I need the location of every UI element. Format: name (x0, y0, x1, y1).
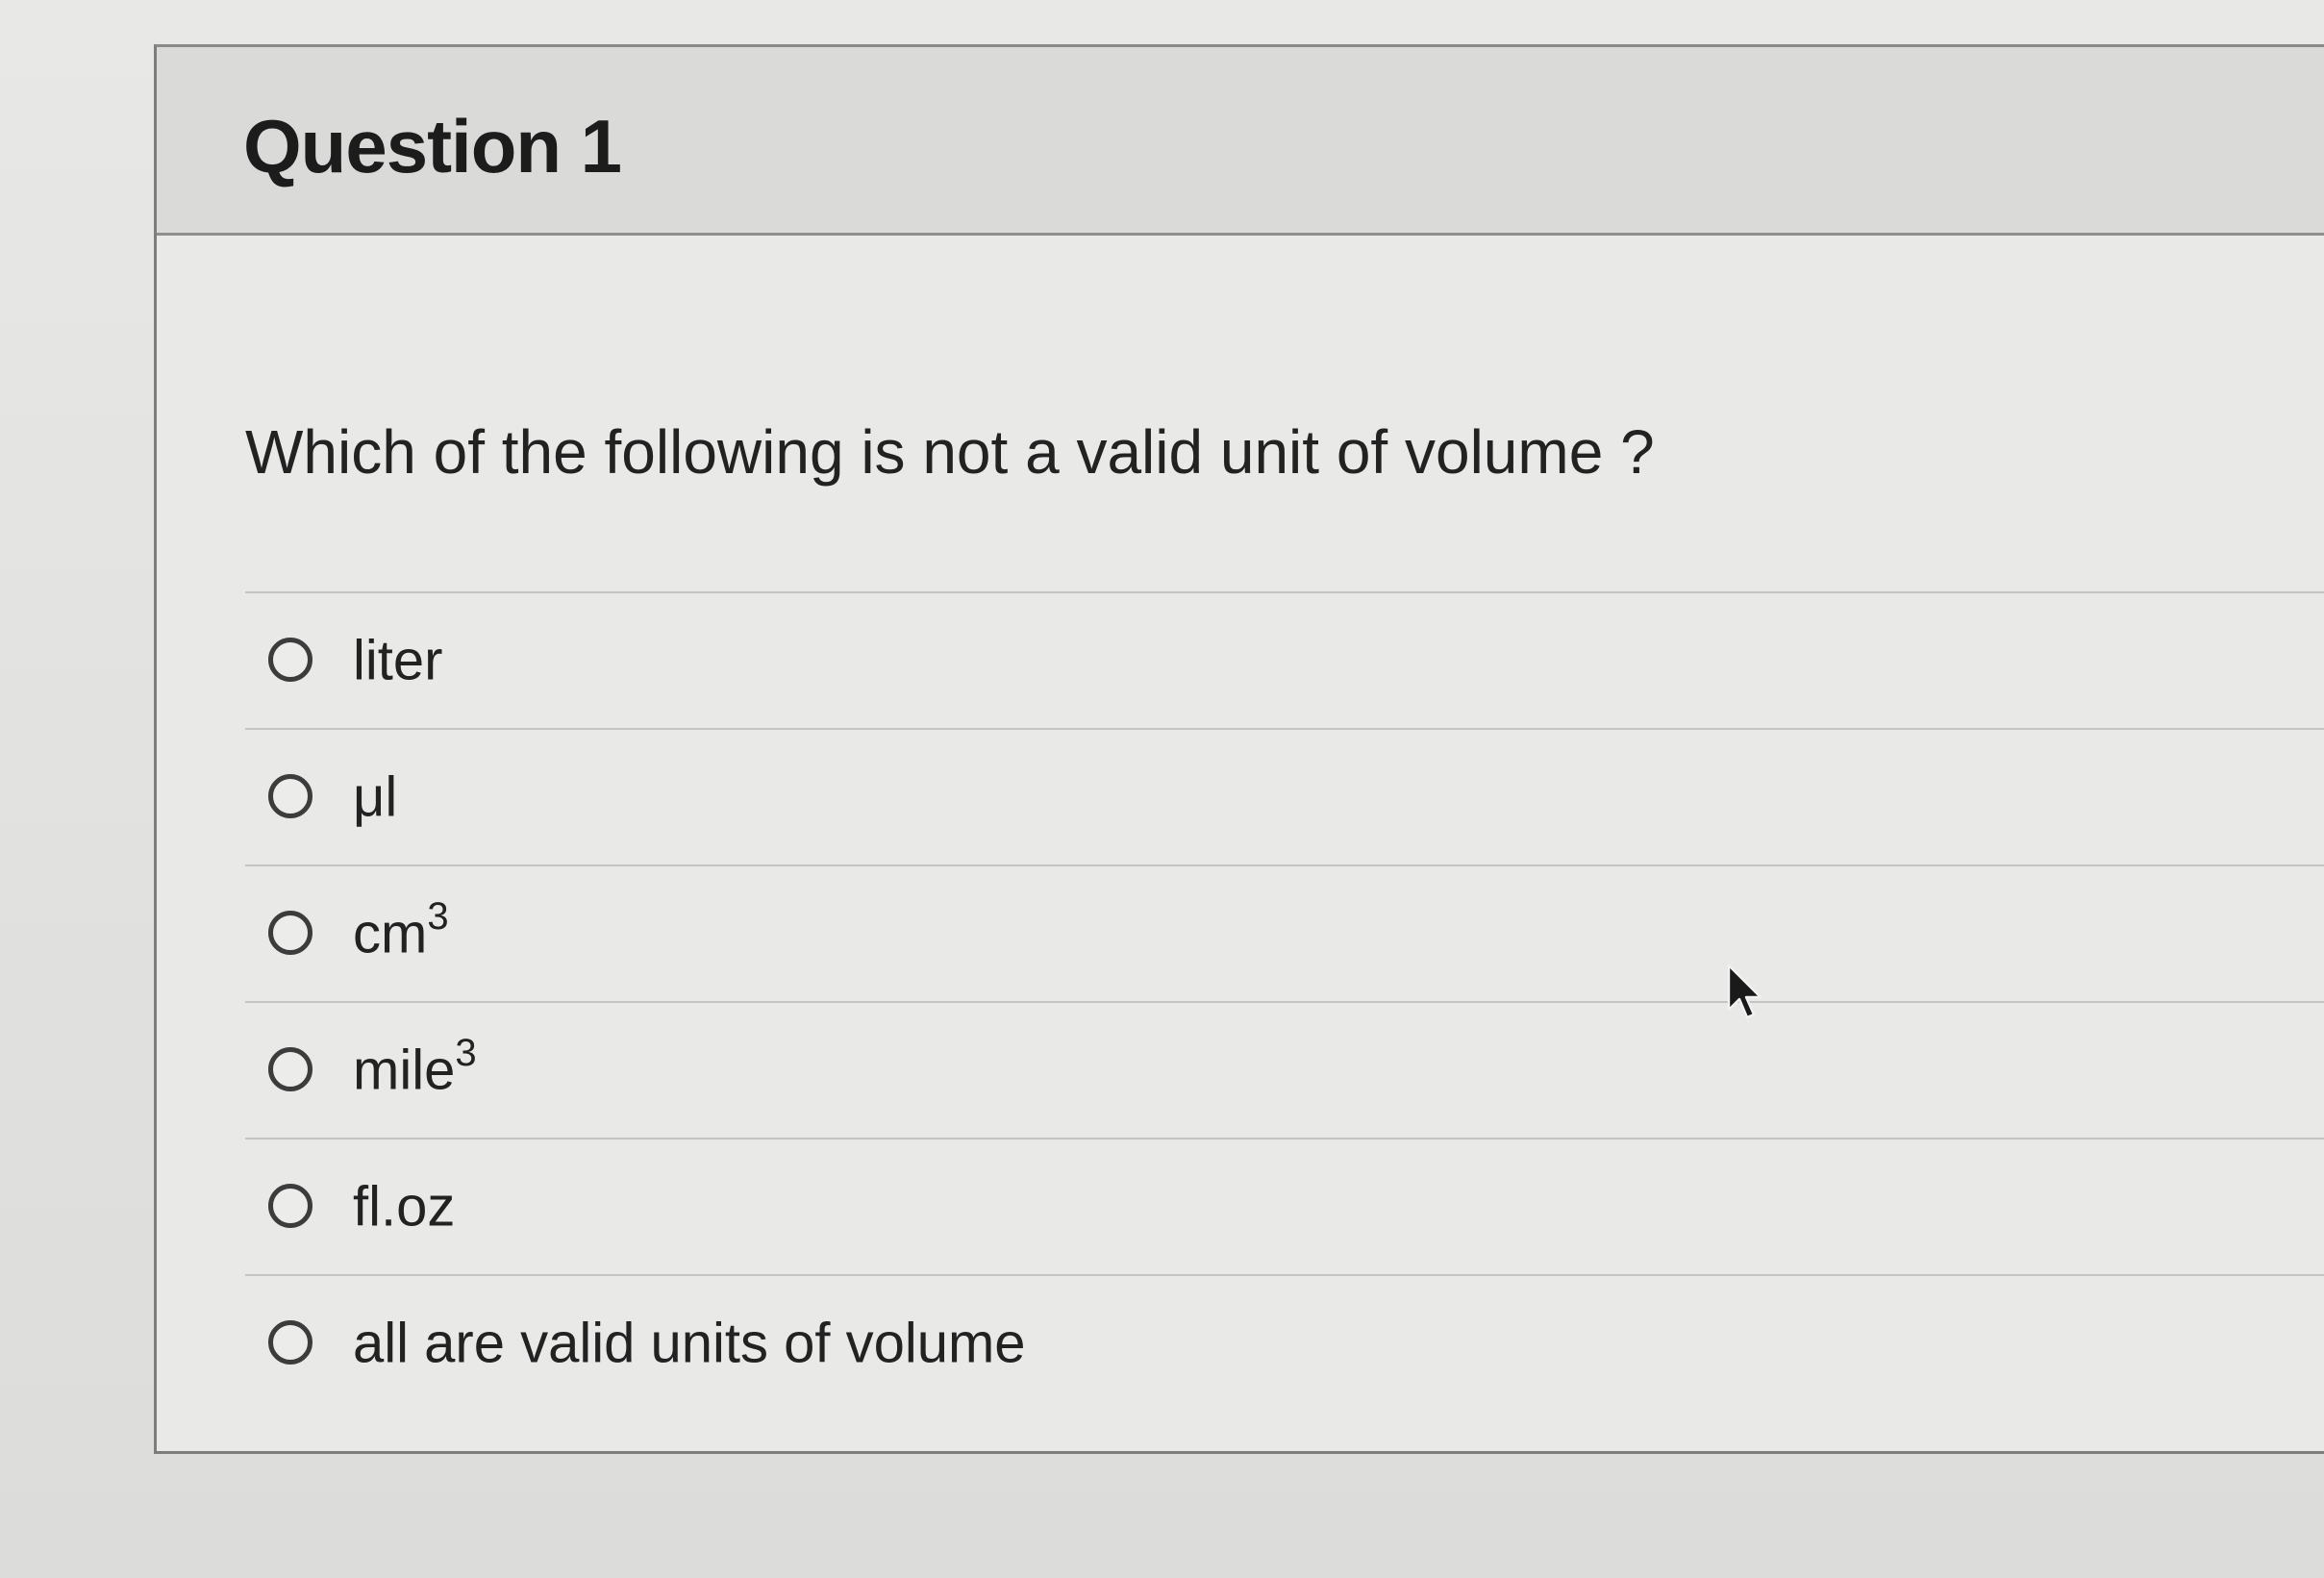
question-body: Which of the following is not a valid un… (157, 236, 2324, 1457)
radio-button-icon[interactable] (268, 1320, 312, 1365)
question-text: Which of the following is not a valid un… (245, 417, 1655, 487)
answer-list: liter μl cm3 mile3 fl.oz all are valid u… (245, 591, 2324, 1413)
answer-label: μl (353, 765, 398, 829)
radio-button-icon[interactable] (268, 638, 312, 682)
radio-button-icon[interactable] (268, 1184, 312, 1228)
radio-button-icon[interactable] (268, 1047, 312, 1091)
answer-option-microliter[interactable]: μl (245, 730, 2324, 866)
question-header: Question 1 (157, 47, 2324, 236)
answer-option-liter[interactable]: liter (245, 593, 2324, 730)
answer-label: mile3 (353, 1032, 477, 1102)
answer-option-fluid-ounce[interactable]: fl.oz (245, 1140, 2324, 1276)
answer-label: fl.oz (353, 1175, 456, 1239)
answer-option-cubic-mile[interactable]: mile3 (245, 1003, 2324, 1140)
question-card: Question 1 Which of the following is not… (154, 44, 2324, 1454)
mouse-pointer-icon (1727, 964, 1762, 1019)
radio-button-icon[interactable] (268, 911, 312, 955)
question-title: Question 1 (243, 104, 622, 188)
answer-option-all-valid[interactable]: all are valid units of volume (245, 1276, 2324, 1413)
radio-button-icon[interactable] (268, 774, 312, 818)
answer-option-cubic-centimeter[interactable]: cm3 (245, 866, 2324, 1003)
screen: Question 1 Which of the following is not… (0, 0, 2324, 1578)
answer-label: cm3 (353, 895, 449, 965)
answer-label: all are valid units of volume (353, 1312, 1026, 1375)
answer-label: liter (353, 629, 443, 692)
